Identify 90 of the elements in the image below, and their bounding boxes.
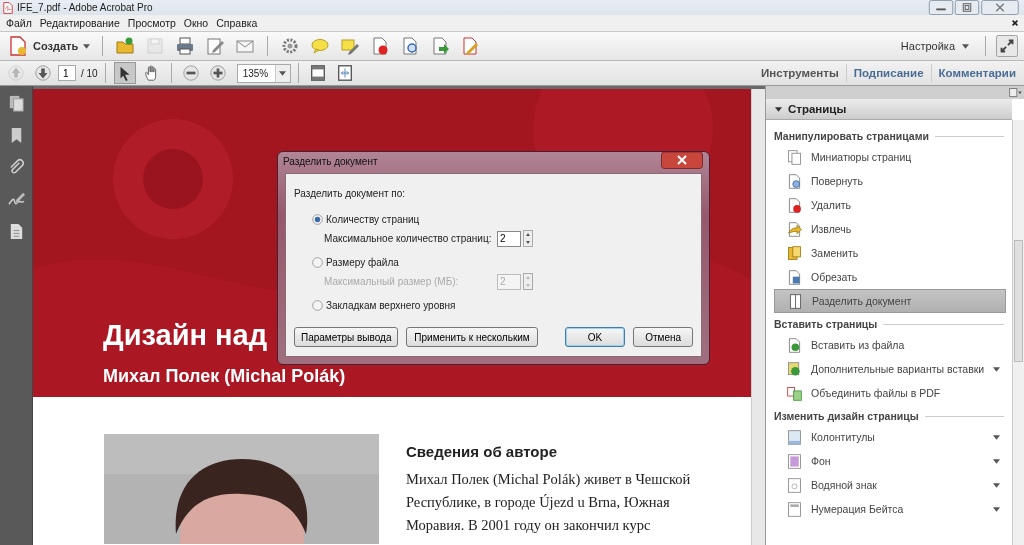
- zoom-in-icon[interactable]: [207, 63, 228, 83]
- dialog-prompt: Разделить документ по:: [294, 188, 407, 199]
- pdf-file-icon: [2, 1, 14, 14]
- bates-numbering-icon: [786, 500, 803, 518]
- pane-tab[interactable]: Комментарии: [934, 67, 1020, 79]
- pencil-page-icon[interactable]: [205, 36, 226, 56]
- split-page-icon: [787, 292, 804, 310]
- panel-options-icon[interactable]: [1009, 88, 1022, 97]
- page-plus-icon: [8, 36, 28, 56]
- panel-item[interactable]: Разделить документ: [774, 289, 1006, 313]
- create-button[interactable]: Создать: [6, 34, 93, 58]
- minimize-button[interactable]: [928, 0, 954, 15]
- page-count: / 10: [81, 67, 98, 79]
- panel-item[interactable]: Удалить: [774, 193, 1006, 217]
- panel-item[interactable]: Фон: [774, 449, 1006, 473]
- crop-page-icon: [786, 268, 803, 286]
- panel-item[interactable]: Обрезать: [774, 265, 1006, 289]
- group-heading: Вставить страницы: [774, 318, 878, 330]
- restore-button[interactable]: [954, 0, 980, 15]
- group-heading: Изменить дизайн страницы: [774, 410, 919, 422]
- section-heading: Сведения об авторе: [406, 443, 559, 460]
- watermark-icon: [786, 476, 803, 494]
- menu-item[interactable]: Редактирование: [35, 17, 124, 29]
- panel-item[interactable]: Дополнительные варианты вставки: [774, 357, 1006, 381]
- paragraph: Михал Полек (Michal Polák) живет в Чешской Республике, в городе Újezd u Brna, Южная Моравия. В 2001 году он закончил курс: [406, 470, 692, 535]
- document-title: Дизайн над: [103, 319, 268, 352]
- caret-icon: [83, 43, 91, 49]
- panel-item[interactable]: Заменить: [774, 241, 1006, 265]
- caret-icon: [962, 43, 969, 49]
- page-number-field[interactable]: 1: [58, 65, 76, 81]
- pages-icon: [786, 244, 803, 262]
- page-delete-icon: [786, 196, 803, 214]
- menu-item[interactable]: Справка: [212, 17, 262, 29]
- close-icon[interactable]: [1011, 19, 1019, 27]
- caret-icon: [279, 70, 287, 76]
- combine-files-icon: [786, 384, 803, 402]
- print-icon[interactable]: [175, 36, 196, 56]
- pane-tab[interactable]: Подписание: [849, 67, 928, 79]
- zoom-dropdown[interactable]: 135%: [236, 63, 291, 83]
- note-pencil-icon[interactable]: [340, 36, 361, 56]
- close-button[interactable]: [661, 152, 703, 169]
- customize-button[interactable]: Настройка: [894, 39, 975, 53]
- window-title: IFE_7.pdf - Adobe Acrobat Pro: [17, 2, 153, 13]
- page-pencil-icon[interactable]: [460, 36, 481, 56]
- panel-item[interactable]: Объединить файлы в PDF: [774, 381, 1006, 405]
- spinner-arrows[interactable]: [523, 230, 533, 247]
- pages-add-icon: [786, 360, 803, 378]
- rotate-page-icon: [786, 172, 803, 190]
- menu-item[interactable]: Просмотр: [123, 17, 180, 29]
- panel-item[interactable]: Повернуть: [774, 169, 1006, 193]
- panel-item[interactable]: Водяной знак: [774, 473, 1006, 497]
- pane-tab[interactable]: Инструменты: [757, 67, 843, 79]
- group-heading: Манипулировать страницами: [774, 130, 929, 142]
- zoom-out-icon[interactable]: [180, 63, 201, 83]
- page-arrow-icon[interactable]: [430, 36, 451, 56]
- radio-button[interactable]: [312, 299, 323, 311]
- field-label: Максимальный размер (МБ):: [324, 276, 460, 287]
- speech-bubble-icon[interactable]: [310, 36, 331, 56]
- number-field[interactable]: 2: [497, 230, 521, 247]
- page-add-icon: [786, 336, 803, 354]
- dialog-button[interactable]: Применить к нескольким: [406, 327, 538, 347]
- caret-icon: [775, 106, 782, 112]
- background-icon: [786, 452, 803, 470]
- radio-label[interactable]: Закладкам верхнего уровня: [326, 299, 456, 311]
- panel-item[interactable]: Извлечь: [774, 217, 1006, 241]
- menu-item[interactable]: Окно: [179, 17, 213, 29]
- panel-item[interactable]: Колонтитулы: [774, 425, 1006, 449]
- scrollbar[interactable]: [751, 89, 765, 545]
- radio-label[interactable]: Размеру файла: [326, 256, 399, 268]
- dialog-title: Разделить документ: [283, 156, 378, 167]
- dialog-button[interactable]: Отмена: [633, 327, 693, 347]
- page-arrow-icon: [786, 220, 803, 238]
- header-footer-icon: [786, 428, 803, 446]
- pages-icon: [786, 148, 803, 166]
- panel-item[interactable]: Нумерация Бейтса: [774, 497, 1006, 521]
- panel-item[interactable]: Миниатюры страниц: [774, 145, 1006, 169]
- menu-item[interactable]: Файл: [2, 17, 36, 29]
- radio-button[interactable]: [312, 213, 323, 225]
- panel-item[interactable]: Вставить из файла: [774, 333, 1006, 357]
- radio-label[interactable]: Количеству страниц: [326, 213, 420, 225]
- field-label: Максимальное количество страниц:: [324, 233, 493, 244]
- scrollbar-thumb[interactable]: [1014, 240, 1023, 362]
- document-subtitle: Михал Полек (Michal Polák): [103, 366, 346, 387]
- cursor-icon[interactable]: [114, 63, 135, 83]
- radio-button[interactable]: [312, 256, 323, 268]
- section-header[interactable]: Страницы: [766, 99, 1012, 120]
- expand-button[interactable]: [996, 35, 1018, 57]
- folder-icon[interactable]: [115, 36, 136, 56]
- dialog-button[interactable]: OK: [564, 327, 626, 347]
- dialog-button[interactable]: Параметры вывода: [294, 327, 399, 347]
